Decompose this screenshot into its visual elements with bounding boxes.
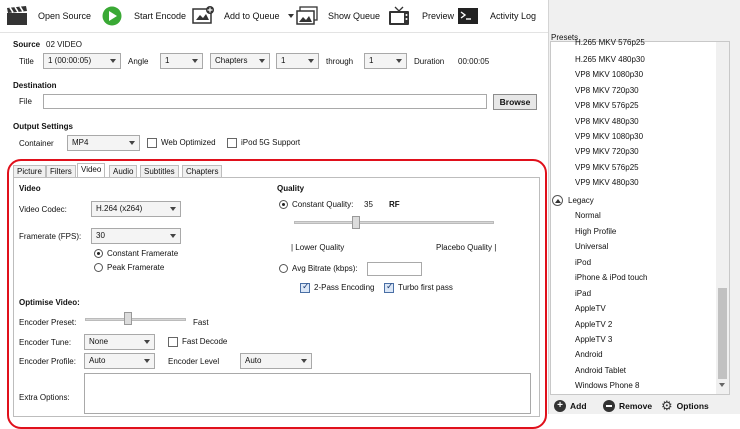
preset-item[interactable]: VP9 MKV 480p30	[575, 178, 639, 187]
angle-select[interactable]: 1	[160, 53, 203, 69]
range-end-select[interactable]: 1	[364, 53, 407, 69]
legacy-preset-item[interactable]: iPod	[575, 258, 591, 267]
range-mode-select[interactable]: Chapters	[210, 53, 270, 69]
legacy-preset-item[interactable]: iPhone & iPod touch	[575, 273, 648, 282]
presets-scrollbar-thumb[interactable]	[718, 288, 727, 379]
output-settings-heading: Output Settings	[13, 122, 73, 131]
legacy-preset-item[interactable]: Android	[575, 350, 603, 359]
legacy-preset-item[interactable]: High Profile	[575, 227, 616, 236]
preset-item[interactable]: VP9 MKV 720p30	[575, 147, 639, 156]
add-preset-button[interactable]: + Add	[554, 400, 587, 412]
clapperboard-icon	[6, 6, 27, 26]
range-mode-value: Chapters	[215, 56, 248, 65]
legacy-preset-item[interactable]: Normal	[575, 211, 601, 220]
web-optimized-checkbox[interactable]	[147, 138, 157, 148]
highlight-annotation	[7, 159, 547, 429]
toolbar: Open Source Start Encode Add to Queue Sh…	[0, 0, 548, 32]
remove-preset-label: Remove	[619, 401, 653, 411]
open-source-button[interactable]: Open Source	[6, 4, 91, 28]
preview-label: Preview	[422, 11, 455, 21]
source-value: 02 VIDEO	[46, 40, 83, 49]
activity-log-button[interactable]: Activity Log	[458, 4, 536, 28]
preset-item[interactable]: VP8 MKV 1080p30	[575, 70, 643, 79]
container-select[interactable]: MP4	[67, 135, 140, 151]
options-label: Options	[676, 400, 709, 411]
angle-label: Angle	[128, 57, 149, 66]
angle-select-value: 1	[165, 56, 170, 65]
start-encode-button[interactable]: Start Encode	[102, 4, 186, 28]
chevron-down-icon	[259, 59, 265, 63]
file-label: File	[19, 97, 32, 106]
minus-circle-icon	[603, 400, 615, 412]
chevron-down-icon	[129, 141, 135, 145]
ipod-support-label: iPod 5G Support	[241, 138, 301, 147]
show-queue-button[interactable]: Show Queue	[296, 4, 380, 28]
title-label: Title	[19, 57, 34, 66]
activity-log-label: Activity Log	[490, 11, 537, 21]
play-icon	[102, 6, 122, 26]
container-label: Container	[19, 139, 54, 148]
chevron-up-icon	[555, 199, 561, 203]
range-start-select[interactable]: 1	[276, 53, 319, 69]
source-label: Source	[13, 40, 41, 49]
title-select[interactable]: 1 (00:00:05)	[43, 53, 121, 69]
add-to-queue-button[interactable]: Add to Queue	[192, 4, 294, 28]
duration-label: Duration	[414, 57, 445, 66]
preset-item[interactable]: VP9 MKV 1080p30	[575, 132, 643, 141]
plus-circle-icon: +	[554, 400, 566, 412]
add-to-queue-label: Add to Queue	[224, 11, 280, 21]
preset-item[interactable]: VP8 MKV 480p30	[575, 117, 639, 126]
legacy-preset-item[interactable]: Android Tablet	[575, 366, 626, 375]
preset-item[interactable]: H.265 MKV 576p25	[575, 38, 645, 47]
file-input[interactable]	[43, 94, 487, 109]
title-select-value: 1 (00:00:05)	[48, 56, 92, 65]
gear-icon: ⚙	[661, 398, 673, 413]
chevron-down-icon	[308, 59, 314, 63]
start-encode-label: Start Encode	[134, 11, 187, 21]
chevron-down-icon	[110, 59, 116, 63]
terminal-icon	[458, 6, 478, 26]
web-optimized-label: Web Optimized	[161, 138, 216, 147]
destination-heading: Destination	[13, 81, 57, 90]
legacy-preset-item[interactable]: Windows Phone 8	[575, 381, 639, 390]
legacy-preset-item[interactable]: Universal	[575, 242, 608, 251]
remove-preset-button[interactable]: Remove	[603, 400, 652, 412]
preset-item[interactable]: H.265 MKV 480p30	[575, 55, 645, 64]
options-button[interactable]: ⚙ Options	[661, 399, 709, 412]
scroll-down-icon[interactable]	[719, 383, 725, 387]
legacy-preset-item[interactable]: AppleTV 2	[575, 320, 612, 329]
legacy-group-label[interactable]: Legacy	[568, 196, 594, 205]
container-select-value: MP4	[72, 138, 89, 147]
through-label: through	[326, 57, 354, 66]
legacy-preset-item[interactable]: AppleTV	[575, 304, 606, 313]
preset-item[interactable]: VP8 MKV 720p30	[575, 86, 639, 95]
queue-icon	[296, 6, 318, 26]
legacy-preset-item[interactable]: AppleTV 3	[575, 335, 612, 344]
preset-item[interactable]: VP9 MKV 576p25	[575, 163, 639, 172]
add-preset-label: Add	[570, 401, 587, 411]
open-source-label: Open Source	[38, 11, 92, 21]
browse-button[interactable]: Browse	[493, 94, 537, 110]
chevron-down-icon[interactable]	[287, 14, 294, 18]
range-start-value: 1	[281, 56, 286, 65]
preset-item[interactable]: VP8 MKV 576p25	[575, 101, 639, 110]
preview-button[interactable]: Preview	[388, 4, 454, 28]
chevron-down-icon	[192, 59, 198, 63]
chevron-down-icon	[396, 59, 402, 63]
add-queue-icon	[192, 6, 214, 26]
duration-value: 00:00:05	[458, 57, 490, 66]
range-end-value: 1	[369, 56, 374, 65]
ipod-support-checkbox[interactable]	[227, 138, 237, 148]
show-queue-label: Show Queue	[328, 11, 381, 21]
toolbar-divider	[0, 32, 548, 33]
legacy-collapse-toggle[interactable]	[552, 195, 563, 206]
tv-icon	[388, 6, 409, 26]
legacy-preset-item[interactable]: iPad	[575, 289, 591, 298]
